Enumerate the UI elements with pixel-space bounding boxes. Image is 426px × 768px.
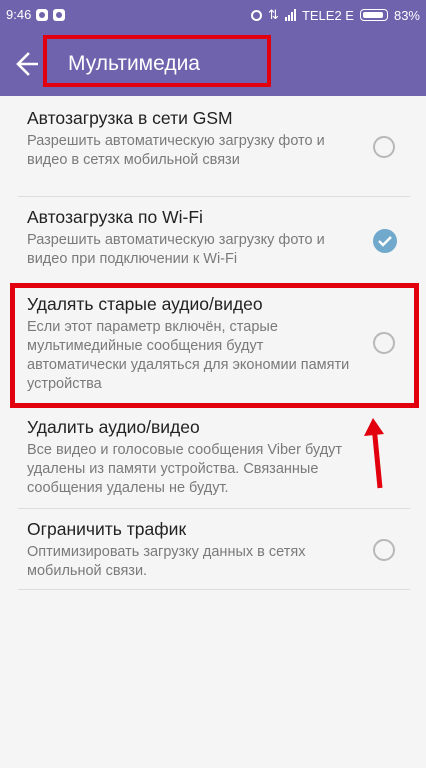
setting-wifi-autodownload[interactable]: Автозагрузка по Wi-Fi Разрешить автомати… [0,197,426,285]
setting-description: Оптимизировать загрузку данных в сетях м… [27,544,306,579]
setting-limit-traffic[interactable]: Ограничить трафик Оптимизировать загрузк… [0,509,426,589]
setting-title: Ограничить трафик [27,519,187,539]
setting-title: Удалить аудио/видео [27,417,200,437]
checkmark-icon [378,236,392,247]
setting-highlight-box [10,283,419,408]
radio-button[interactable] [373,539,395,561]
setting-gsm-autodownload[interactable]: Автозагрузка в сети GSM Разрешить автома… [0,96,426,196]
page-title: Мультимедиа [68,52,200,75]
carrier-label: TELE2 E [301,7,354,23]
data-transfer-icon: ⇅ [268,7,279,22]
battery-icon [359,9,388,21]
status-bar: 9:46 ⇅ TELE2 E 83% [0,0,426,32]
annotation-arrow-icon [364,418,384,489]
status-time: 9:46 [6,7,32,22]
viber-notification-icon [53,8,66,21]
setting-description: Все видео и голосовые сообщения Viber бу… [27,442,343,496]
radio-button[interactable] [373,136,395,158]
battery-percent: 83% [393,7,420,23]
signal-icon [284,9,296,21]
app-toolbar: Мультимедиа [0,32,426,96]
viber-notification-icon [36,8,49,21]
setting-description: Разрешить автоматическую загрузку фото и… [27,133,325,168]
arrow-left-icon[interactable] [14,50,42,78]
divider [18,589,410,590]
checked-radio-button[interactable] [373,229,397,253]
alarm-icon [251,9,263,21]
setting-title: Автозагрузка в сети GSM [27,108,233,128]
setting-title: Автозагрузка по Wi-Fi [27,207,203,227]
setting-description: Разрешить автоматическую загрузку фото и… [27,232,325,267]
